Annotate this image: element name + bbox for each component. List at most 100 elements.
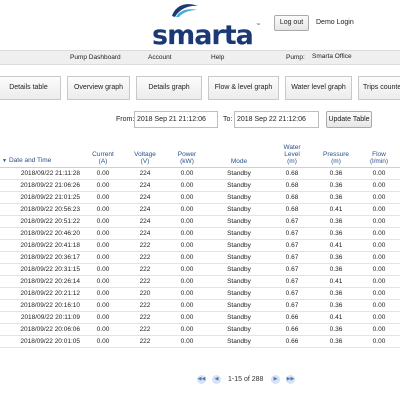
cell-pressure: 0.36	[314, 227, 358, 240]
column-header-voltage[interactable]: Voltage (V)	[124, 138, 166, 168]
column-header-pressure[interactable]: Pressure (m)	[314, 138, 358, 168]
table-row[interactable]: 2018/09/22 20:51:22 0.00 224 0.00 Standby 0.6…	[0, 215, 400, 228]
menu-item-pump-dashboard[interactable]: Pump Dashboard	[70, 54, 121, 61]
table-row[interactable]: 2018/09/22 20:16:10 0.00 222 0.00 Standby 0.6…	[0, 299, 400, 312]
app-header: smarta ™ Log out Demo Login	[0, 0, 400, 51]
cell-flow: 0.00	[358, 263, 400, 276]
menu-item-account[interactable]: Account	[148, 54, 172, 61]
table-row[interactable]: 2018/09/22 20:11:09 0.00 222 0.00 Standby 0.6…	[0, 311, 400, 324]
pump-select[interactable]: Smarta Office	[312, 53, 352, 60]
from-date-input[interactable]: 2018 Sep 21 21:12:06	[134, 111, 218, 128]
table-row[interactable]: 2018/09/22 21:11:28 0.00 224 0.00 Standby 0.6…	[0, 167, 400, 180]
main-menu-bar: Pump Dashboard Account Help Pump: Smarta…	[0, 50, 400, 65]
column-header-unit: (kW)	[180, 157, 194, 165]
tab-trips-counter[interactable]: Trips counter	[358, 76, 400, 100]
user-name: Demo Login	[316, 19, 354, 26]
cell-date-time: 2018/09/22 20:26:14	[0, 275, 82, 288]
cell-power: 0.00	[166, 299, 208, 312]
table-row[interactable]: 2018/09/22 21:06:26 0.00 224 0.00 Standby 0.6…	[0, 179, 400, 192]
tab-overview-graph[interactable]: Overview graph	[67, 76, 130, 100]
table-row[interactable]: 2018/09/22 20:21:12 0.00 220 0.00 Standby 0.6…	[0, 287, 400, 300]
cell-pressure: 0.41	[314, 239, 358, 252]
first-page-icon[interactable]: ◀◀	[197, 375, 206, 384]
cell-voltage: 224	[124, 179, 166, 192]
table-row[interactable]: 2018/09/22 20:41:18 0.00 222 0.00 Standby 0.6…	[0, 239, 400, 252]
cell-water-level: 0.67	[270, 251, 314, 264]
table-row[interactable]: 2018/09/22 20:56:23 0.00 224 0.00 Standby 0.6…	[0, 203, 400, 216]
cell-water-level: 0.67	[270, 215, 314, 228]
tab-details-table[interactable]: Details table	[0, 76, 61, 100]
tab-details-graph[interactable]: Details graph	[136, 76, 202, 100]
cell-current: 0.00	[82, 227, 124, 240]
sort-descending-icon: ▼	[2, 157, 7, 164]
cell-current: 0.00	[82, 179, 124, 192]
prev-page-icon[interactable]: ◀	[212, 375, 221, 384]
cell-current: 0.00	[82, 191, 124, 204]
tab-flow-level-graph[interactable]: Flow & level graph	[208, 76, 279, 100]
cell-date-time: 2018/09/22 21:06:26	[0, 179, 82, 192]
cell-pressure: 0.36	[314, 179, 358, 192]
column-header-unit: (V)	[140, 157, 150, 165]
table-row[interactable]: 2018/09/22 20:26:14 0.00 222 0.00 Standby 0.6…	[0, 275, 400, 288]
logo-trademark: ™	[256, 22, 260, 27]
column-header-date-time[interactable]: ▼ Date and Time	[0, 138, 82, 168]
cell-current: 0.00	[82, 335, 124, 348]
view-tabs: Details table Overview graph Details gra…	[0, 76, 400, 100]
column-header-unit: (m)	[287, 157, 297, 165]
cell-water-level: 0.66	[270, 335, 314, 348]
cell-water-level: 0.67	[270, 299, 314, 312]
cell-voltage: 222	[124, 335, 166, 348]
smarta-logo[interactable]: smarta ™	[152, 2, 262, 51]
column-header-power[interactable]: Power (kW)	[166, 138, 208, 168]
cell-flow: 0.00	[358, 287, 400, 300]
cell-flow: 0.00	[358, 191, 400, 204]
cell-date-time: 2018/09/22 21:01:25	[0, 191, 82, 204]
tab-water-level-graph[interactable]: Water level graph	[285, 76, 352, 100]
cell-mode: Standby	[208, 287, 270, 300]
column-header-label: Pressure	[322, 150, 349, 158]
menu-item-help[interactable]: Help	[211, 54, 224, 61]
cell-current: 0.00	[82, 215, 124, 228]
cell-flow: 0.00	[358, 215, 400, 228]
table-row[interactable]: 2018/09/22 20:31:15 0.00 222 0.00 Standby 0.6…	[0, 263, 400, 276]
column-header-label: Current	[92, 150, 114, 158]
cell-voltage: 222	[124, 323, 166, 336]
column-header-flow[interactable]: Flow (l/min)	[358, 138, 400, 168]
column-header-label: Power	[177, 150, 197, 158]
table-row[interactable]: 2018/09/22 20:36:17 0.00 222 0.00 Standby 0.6…	[0, 251, 400, 264]
cell-mode: Standby	[208, 323, 270, 336]
to-date-input[interactable]: 2018 Sep 22 21:12:06	[234, 111, 319, 128]
cell-flow: 0.00	[358, 299, 400, 312]
cell-mode: Standby	[208, 203, 270, 216]
pagination: ◀◀ ◀ 1-15 of 288 ▶ ▶▶	[195, 374, 305, 386]
cell-voltage: 222	[124, 299, 166, 312]
column-header-current[interactable]: Current (A)	[82, 138, 124, 168]
cell-flow: 0.00	[358, 179, 400, 192]
update-table-button[interactable]: Update Table	[326, 111, 372, 128]
cell-mode: Standby	[208, 191, 270, 204]
column-header-water-level[interactable]: Water Level (m)	[270, 138, 314, 168]
column-header-label: Water	[283, 143, 301, 151]
table-row[interactable]: 2018/09/22 20:06:06 0.00 222 0.00 Standby 0.6…	[0, 323, 400, 336]
cell-current: 0.00	[82, 251, 124, 264]
logout-button[interactable]: Log out	[274, 15, 309, 31]
cell-flow: 0.00	[358, 335, 400, 348]
next-page-icon[interactable]: ▶	[271, 375, 280, 384]
cell-current: 0.00	[82, 323, 124, 336]
table-row[interactable]: 2018/09/22 21:01:25 0.00 224 0.00 Standby 0.6…	[0, 191, 400, 204]
cell-date-time: 2018/09/22 21:11:28	[0, 167, 82, 180]
cell-pressure: 0.36	[314, 251, 358, 264]
cell-water-level: 0.68	[270, 191, 314, 204]
table-row[interactable]: 2018/09/22 20:01:05 0.00 222 0.00 Standby 0.6…	[0, 335, 400, 348]
date-range-filter: From: 2018 Sep 21 21:12:06 To: 2018 Sep …	[0, 111, 400, 129]
last-page-icon[interactable]: ▶▶	[286, 375, 295, 384]
cell-pressure: 0.41	[314, 311, 358, 324]
cell-pressure: 0.36	[314, 263, 358, 276]
cell-power: 0.00	[166, 335, 208, 348]
table-row[interactable]: 2018/09/22 20:46:20 0.00 224 0.00 Standby 0.6…	[0, 227, 400, 240]
column-header-mode[interactable]: Mode	[208, 138, 270, 168]
cell-voltage: 222	[124, 275, 166, 288]
cell-date-time: 2018/09/22 20:36:17	[0, 251, 82, 264]
cell-current: 0.00	[82, 275, 124, 288]
cell-flow: 0.00	[358, 251, 400, 264]
